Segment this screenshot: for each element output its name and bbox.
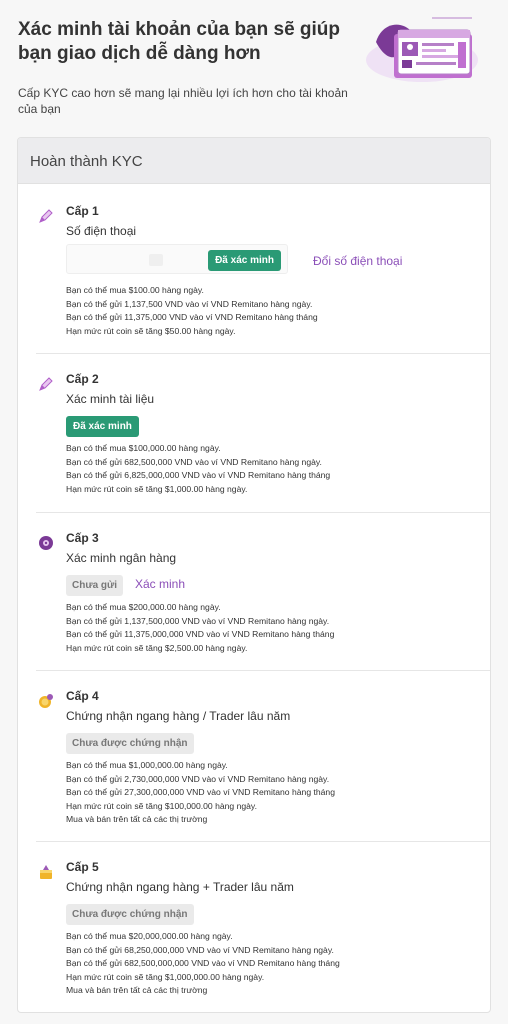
benefit-item: Bạn có thể mua $20,000,000.00 hàng ngày.: [66, 931, 233, 941]
benefit-item: Hạn mức rút coin sẽ tăng $100,000.00 hàn…: [66, 800, 257, 811]
kyc-level-4: Cấp 4 Chứng nhận ngang hàng / Trader lâu…: [38, 689, 472, 834]
benefit-item: Bạn có thể gửi 2,730,000,000 VND vào ví …: [66, 773, 330, 784]
level-title: Cấp 1: [66, 204, 99, 218]
benefit-item: Bạn có thể gửi 68,250,000,000 VND vào ví…: [66, 944, 334, 955]
coin-stack-icon: [40, 865, 52, 879]
pencil-icon: [39, 209, 53, 223]
page-title: Xác minh tài khoản của bạn sẽ giúp bạn g…: [18, 19, 341, 64]
benefit-item: Bạn có thể mua $1,000,000.00 hàng ngày.: [66, 760, 228, 770]
level-name: Số điện thoại: [66, 224, 137, 238]
benefit-item: Hạn mức rút coin sẽ tăng $50.00 hàng ngà…: [66, 325, 236, 336]
kyc-level-3: Cấp 3 Xác minh ngân hàng Chưa gửi Xác mi…: [38, 531, 472, 661]
benefit-item: Hạn mức rút coin sẽ tăng $1,000,000.00 h…: [66, 971, 265, 982]
benefit-item: Bạn có thể gửi 1,137,500,000 VND vào ví …: [66, 615, 330, 626]
verified-badge: Đã xác minh: [66, 416, 139, 437]
benefit-item: Hạn mức rút coin sẽ tăng $2,500.00 hàng …: [66, 642, 248, 653]
page-subtitle: Cấp KYC cao hơn sẽ mang lại nhiều lợi íc…: [18, 86, 348, 116]
benefit-item: Bạn có thể gửi 27,300,000,000 VND vào ví…: [66, 787, 335, 797]
benefit-item: Bạn có thể mua $100.00 hàng ngày.: [66, 285, 204, 295]
bank-disc-icon: [39, 536, 53, 550]
level-title: Cấp 3: [66, 531, 99, 545]
level-benefits: Bạn có thể mua $1,000,000.00 hàng ngày. …: [66, 759, 335, 827]
benefit-item: Bạn có thể gửi 6,825,000,000 VND vào ví …: [66, 470, 331, 480]
level-benefits: Bạn có thể mua $20,000,000.00 hàng ngày.…: [66, 930, 340, 998]
verify-bank-link[interactable]: Xác minh: [135, 577, 185, 591]
level-title: Cấp 4: [66, 689, 99, 703]
page-header: Xác minh tài khoản của bạn sẽ giúp bạn g…: [0, 0, 508, 130]
benefit-item: Bạn có thể mua $200,000.00 hàng ngày.: [66, 602, 221, 612]
divider: [36, 670, 490, 671]
kyc-level-1: Cấp 1 Số điện thoại Đã xác minh Đổi số đ…: [38, 204, 472, 344]
benefit-item: Mua và bán trên tất cả các thị trường: [66, 985, 208, 995]
status-badge: Chưa được chứng nhận: [66, 733, 194, 754]
divider: [36, 353, 490, 354]
pencil-icon: [39, 377, 53, 391]
level-title: Cấp 5: [66, 860, 99, 874]
kyc-level-2: Cấp 2 Xác minh tài liệu Đã xác minh Bạn …: [38, 372, 472, 502]
level-title: Cấp 2: [66, 372, 99, 386]
benefit-item: Mua và bán trên tất cả các thị trường: [66, 814, 208, 824]
level-benefits: Bạn có thể mua $100,000.00 hàng ngày. Bạ…: [66, 442, 330, 496]
benefit-item: Bạn có thể gửi 11,375,000,000 VND vào ví…: [66, 629, 335, 639]
status-badge: Chưa gửi: [66, 575, 124, 596]
benefit-item: Hạn mức rút coin sẽ tăng $1,000.00 hàng …: [66, 483, 248, 494]
kyc-level-5: Cấp 5 Chứng nhận ngang hàng + Trader lâu…: [38, 860, 472, 1005]
benefit-item: Bạn có thể mua $100,000.00 hàng ngày.: [66, 443, 221, 453]
coins-icon: [39, 694, 53, 708]
phone-number-masked: [149, 254, 163, 266]
level-benefits: Bạn có thể mua $100.00 hàng ngày. Bạn có…: [66, 284, 318, 338]
benefit-item: Bạn có thể gửi 11,375,000 VND vào ví VND…: [66, 312, 318, 322]
divider: [36, 841, 490, 842]
level-name: Chứng nhận ngang hàng / Trader lâu năm: [66, 709, 291, 723]
level-name: Chứng nhận ngang hàng + Trader lâu năm: [66, 880, 294, 894]
benefit-item: Bạn có thể gửi 1,137,500 VND vào ví VND …: [66, 298, 313, 309]
benefit-item: Bạn có thể gửi 682,500,000,000 VND vào v…: [66, 958, 340, 968]
kyc-card-title: Hoàn thành KYC: [18, 138, 490, 184]
kyc-illustration: [366, 17, 478, 82]
phone-number-field: Đã xác minh: [66, 244, 288, 274]
level-benefits: Bạn có thể mua $200,000.00 hàng ngày. Bạ…: [66, 601, 334, 655]
divider: [36, 512, 490, 513]
verified-badge: Đã xác minh: [208, 250, 281, 271]
status-badge: Chưa được chứng nhận: [66, 904, 194, 925]
level-name: Xác minh tài liệu: [66, 392, 155, 406]
benefit-item: Bạn có thể gửi 682,500,000 VND vào ví VN…: [66, 456, 322, 467]
change-phone-link[interactable]: Đổi số điện thoại: [313, 254, 402, 268]
level-name: Xác minh ngân hàng: [66, 551, 177, 565]
kyc-card: Hoàn thành KYC Cấp 1 Số điện thoại Đã xá…: [17, 137, 491, 1013]
